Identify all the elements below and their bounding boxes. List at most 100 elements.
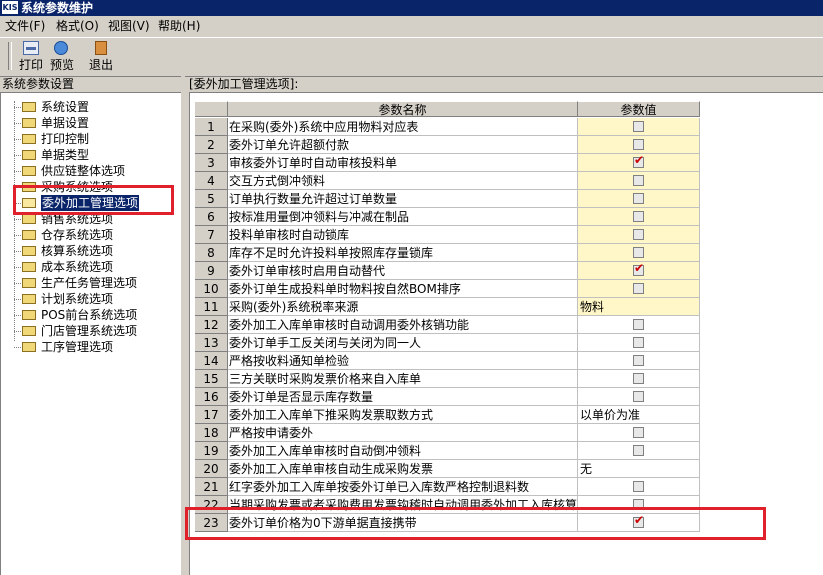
tree-item-11[interactable]: 生产任务管理选项: [1, 275, 181, 291]
preview-label: 预览: [49, 58, 74, 72]
param-value-checkbox-cell[interactable]: [578, 118, 700, 136]
row-number: 8: [195, 244, 228, 262]
checkbox-unchecked[interactable]: [633, 481, 644, 492]
tree-item-10[interactable]: 成本系统选项: [1, 259, 181, 275]
row-number: 16: [195, 388, 228, 406]
print-button[interactable]: 打印: [16, 38, 46, 74]
tree-item-label: 打印控制: [41, 132, 90, 146]
param-value-checkbox-cell[interactable]: [578, 316, 700, 334]
tree-item-15[interactable]: 工序管理选项: [1, 339, 181, 355]
menu-view[interactable]: 视图(V): [108, 16, 150, 36]
tree-branch-line: [14, 219, 21, 220]
param-value-checkbox-cell[interactable]: [578, 370, 700, 388]
param-name-cell: 审核委外订单时自动审核投料单: [228, 154, 578, 172]
settings-tree: 系统设置 单据设置 打印控制 单据类型 供应链整体选项 采购系统选项 委外加工管理选项 销售系…: [0, 92, 181, 575]
checkbox-unchecked[interactable]: [633, 247, 644, 258]
menu-help[interactable]: 帮助(H): [158, 16, 200, 36]
checkbox-checked[interactable]: ✔: [633, 153, 644, 168]
param-name-cell: 委外订单手工反关闭与关闭为同一人: [228, 334, 578, 352]
checkbox-unchecked[interactable]: [633, 193, 644, 204]
param-value-checkbox-cell[interactable]: [578, 388, 700, 406]
right-panel-title: [委外加工管理选项]:: [189, 77, 299, 91]
param-value-checkbox-cell[interactable]: ✔: [578, 261, 700, 280]
checkbox-unchecked[interactable]: [633, 139, 644, 150]
tree-item-4[interactable]: 供应链整体选项: [1, 163, 181, 179]
param-value-checkbox-cell[interactable]: [578, 208, 700, 226]
panel-splitter[interactable]: [181, 76, 185, 574]
param-name-cell: 委外订单是否显示库存数量: [228, 388, 578, 406]
parameter-grid: 参数名称 参数值 1 在采购(委外)系统中应用物料对应表 2 委外订单允许超额付款 3 审…: [189, 92, 823, 575]
param-name-cell: 交互方式倒冲领料: [228, 172, 578, 190]
param-value-checkbox-cell[interactable]: [578, 280, 700, 298]
tree-item-8[interactable]: 仓存系统选项: [1, 227, 181, 243]
menu-file[interactable]: 文件(F): [5, 16, 45, 36]
param-name-cell: 委外订单生成投料单时物料按自然BOM排序: [228, 280, 578, 298]
highlight-box-row: [185, 507, 766, 540]
param-value-checkbox-cell[interactable]: [578, 334, 700, 352]
preview-button[interactable]: 预览: [47, 38, 77, 74]
checkbox-unchecked[interactable]: [633, 373, 644, 384]
checkbox-unchecked[interactable]: [633, 319, 644, 330]
checkmark-icon: ✔: [634, 261, 645, 275]
param-value-checkbox-cell[interactable]: [578, 244, 700, 262]
row-number: 6: [195, 208, 228, 226]
param-value-checkbox-cell[interactable]: [578, 226, 700, 244]
checkbox-unchecked[interactable]: [633, 445, 644, 456]
tree-item-12[interactable]: 计划系统选项: [1, 291, 181, 307]
tree-item-label: 系统设置: [41, 100, 90, 114]
tree-branch-line: [14, 171, 21, 172]
checkbox-unchecked[interactable]: [633, 283, 644, 294]
highlight-box-tree: [13, 185, 174, 215]
checkbox-unchecked[interactable]: [633, 427, 644, 438]
folder-icon: [22, 278, 36, 288]
exit-door-icon: [95, 41, 107, 55]
row-number: 4: [195, 172, 228, 190]
param-value-checkbox-cell[interactable]: [578, 136, 700, 154]
folder-icon: [22, 294, 36, 304]
tree-item-14[interactable]: 门店管理系统选项: [1, 323, 181, 339]
param-value-checkbox-cell[interactable]: [578, 478, 700, 496]
param-value-checkbox-cell[interactable]: ✔: [578, 153, 700, 172]
folder-icon: [22, 326, 36, 336]
tree-branch-line: [14, 315, 21, 316]
param-value-checkbox-cell[interactable]: [578, 352, 700, 370]
param-value-text-cell[interactable]: 无: [578, 460, 700, 478]
checkbox-unchecked[interactable]: [633, 337, 644, 348]
tree-item-9[interactable]: 核算系统选项: [1, 243, 181, 259]
param-value-text-cell[interactable]: 物料: [578, 298, 700, 316]
tree-branch-line: [14, 107, 21, 108]
menu-format[interactable]: 格式(O): [56, 16, 99, 36]
param-name-cell: 委外加工入库单审核时自动调用委外核销功能: [228, 316, 578, 334]
param-value-checkbox-cell[interactable]: [578, 442, 700, 460]
tree-item-0[interactable]: 系统设置: [1, 99, 181, 115]
row-number: 1: [195, 118, 228, 136]
checkbox-unchecked[interactable]: [633, 355, 644, 366]
param-name-cell: 严格按收料通知单检验: [228, 352, 578, 370]
exit-button[interactable]: 退出: [86, 38, 116, 74]
checkbox-unchecked[interactable]: [633, 229, 644, 240]
param-value-checkbox-cell[interactable]: [578, 172, 700, 190]
header-param-name: 参数名称: [228, 101, 578, 117]
app-icon: KIS: [2, 1, 18, 14]
param-name-cell: 红字委外加工入库单按委外订单已入库数严格控制退料数: [228, 478, 578, 496]
tree-item-2[interactable]: 打印控制: [1, 131, 181, 147]
checkbox-unchecked[interactable]: [633, 211, 644, 222]
tree-item-label: 供应链整体选项: [41, 164, 126, 178]
tree-item-3[interactable]: 单据类型: [1, 147, 181, 163]
param-value-checkbox-cell[interactable]: [578, 424, 700, 442]
tree-item-13[interactable]: POS前台系统选项: [1, 307, 181, 323]
left-panel-title: 系统参数设置: [2, 77, 75, 91]
param-value-checkbox-cell[interactable]: [578, 190, 700, 208]
param-value-text-cell[interactable]: 以单价为准: [578, 406, 700, 424]
param-name-cell: 在采购(委外)系统中应用物料对应表: [228, 118, 578, 136]
row-number: 5: [195, 190, 228, 208]
tree-branch-line: [14, 155, 21, 156]
checkbox-unchecked[interactable]: [633, 175, 644, 186]
checkbox-checked[interactable]: ✔: [633, 261, 644, 276]
checkbox-unchecked[interactable]: [633, 391, 644, 402]
tree-branch-line: [14, 251, 21, 252]
tree-item-1[interactable]: 单据设置: [1, 115, 181, 131]
param-name-cell: 订单执行数量允许超过订单数量: [228, 190, 578, 208]
window-title: 系统参数维护: [21, 1, 94, 15]
checkbox-unchecked[interactable]: [633, 121, 644, 132]
